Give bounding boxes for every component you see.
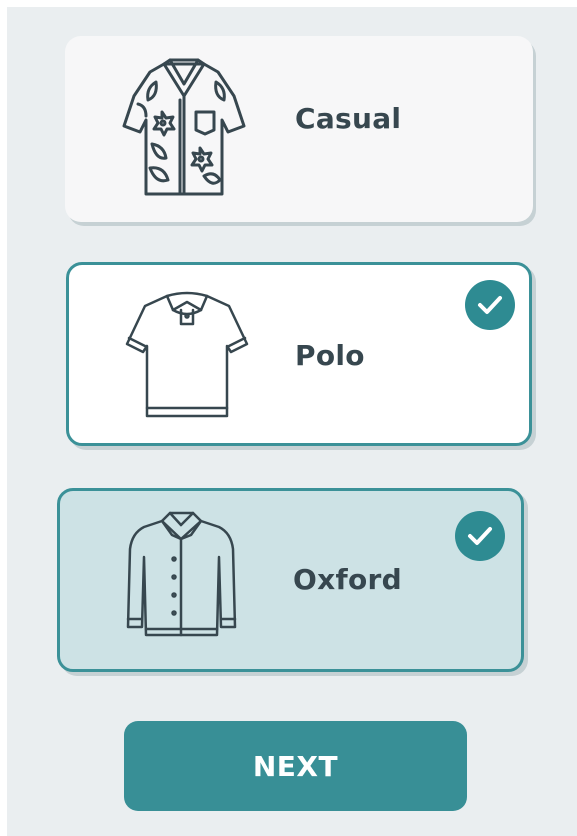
option-label-oxford: Oxford bbox=[293, 563, 402, 596]
option-card-polo[interactable]: Polo bbox=[66, 262, 532, 446]
option-label-polo: Polo bbox=[295, 339, 365, 372]
selection-panel: Casual Polo Oxford NEXT bbox=[7, 7, 577, 836]
oxford-shirt-icon bbox=[124, 509, 239, 641]
option-card-casual[interactable]: Casual bbox=[65, 36, 533, 222]
option-card-oxford[interactable]: Oxford bbox=[57, 488, 524, 672]
polo-shirt-icon bbox=[123, 288, 251, 424]
check-icon bbox=[465, 280, 515, 330]
option-label-casual: Casual bbox=[295, 102, 402, 135]
check-icon bbox=[455, 511, 505, 561]
hawaiian-shirt-icon bbox=[120, 56, 248, 202]
next-button[interactable]: NEXT bbox=[124, 721, 467, 811]
